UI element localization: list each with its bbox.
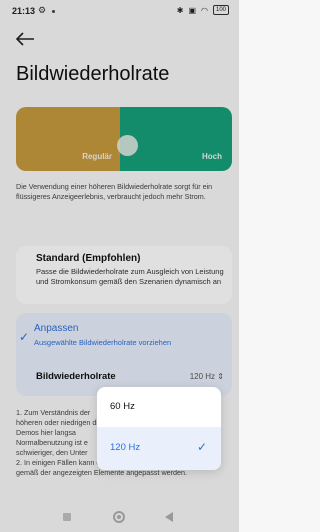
navigation-bar xyxy=(0,500,239,532)
status-icons: ✱ ▣ ◠ 100 xyxy=(177,5,229,15)
preview-high-label: Hoch xyxy=(202,152,222,161)
signal-icon: ▣ xyxy=(188,5,196,15)
preview-regular-panel: Regulär xyxy=(16,107,120,171)
refresh-rate-value: 120 Hz xyxy=(189,372,216,381)
notification-dot-icon xyxy=(52,10,55,13)
settings-gear-icon: ⚙ xyxy=(38,5,47,15)
home-icon[interactable] xyxy=(113,511,125,523)
checkmark-icon: ✓ xyxy=(196,440,207,454)
preview-slider-handle[interactable] xyxy=(117,135,138,156)
preview-regular-label: Regulär xyxy=(82,152,112,161)
back-arrow-icon[interactable] xyxy=(14,30,36,48)
option-standard[interactable]: Standard (Empfohlen) Passe die Bildwiede… xyxy=(16,246,232,304)
refresh-rate-selector[interactable]: 120 Hz ⇕ xyxy=(190,372,224,381)
refresh-rate-row-label: Bildwiederholrate xyxy=(36,371,116,382)
checkmark-icon: ✓ xyxy=(19,330,30,344)
option-custom-title: Anpassen xyxy=(34,323,79,334)
option-custom[interactable]: ✓ Anpassen Ausgewählte Bildwiederholrate… xyxy=(16,313,232,396)
status-time: 21:13 xyxy=(12,6,36,16)
back-triangle-icon[interactable] xyxy=(165,512,173,522)
dropdown-item-120hz[interactable]: 120 Hz ✓ xyxy=(97,427,221,470)
dropdown-item-60hz[interactable]: 60 Hz xyxy=(97,387,221,427)
dropdown-item-60hz-label: 60 Hz xyxy=(110,401,135,412)
description-text: Die Verwendung einer höheren Bildwiederh… xyxy=(16,182,213,201)
notes-text-1: 1. Zum Verständnis der höheren oder nied… xyxy=(16,408,102,457)
refresh-rate-dropdown: 60 Hz 120 Hz ✓ xyxy=(97,387,221,470)
battery-icon: 100 xyxy=(212,5,229,15)
dropdown-item-120hz-label: 120 Hz xyxy=(110,442,141,453)
updown-chevron-icon: ⇕ xyxy=(217,372,224,381)
option-custom-subtitle: Ausgewählte Bildwiederholrate vorziehen xyxy=(34,338,172,347)
option-standard-subtitle: Passe die Bildwiederholrate zum Ausgleic… xyxy=(36,267,224,286)
recents-icon[interactable] xyxy=(63,513,71,521)
bluetooth-icon: ✱ xyxy=(176,5,184,15)
option-standard-title: Standard (Empfohlen) xyxy=(36,253,141,264)
status-bar: 21:13 ⚙ ✱ ▣ ◠ 100 xyxy=(0,0,239,22)
preview-high-panel: Hoch xyxy=(120,107,232,171)
page-title: Bildwiederholrate xyxy=(16,63,170,85)
wifi-icon: ◠ xyxy=(201,5,208,15)
